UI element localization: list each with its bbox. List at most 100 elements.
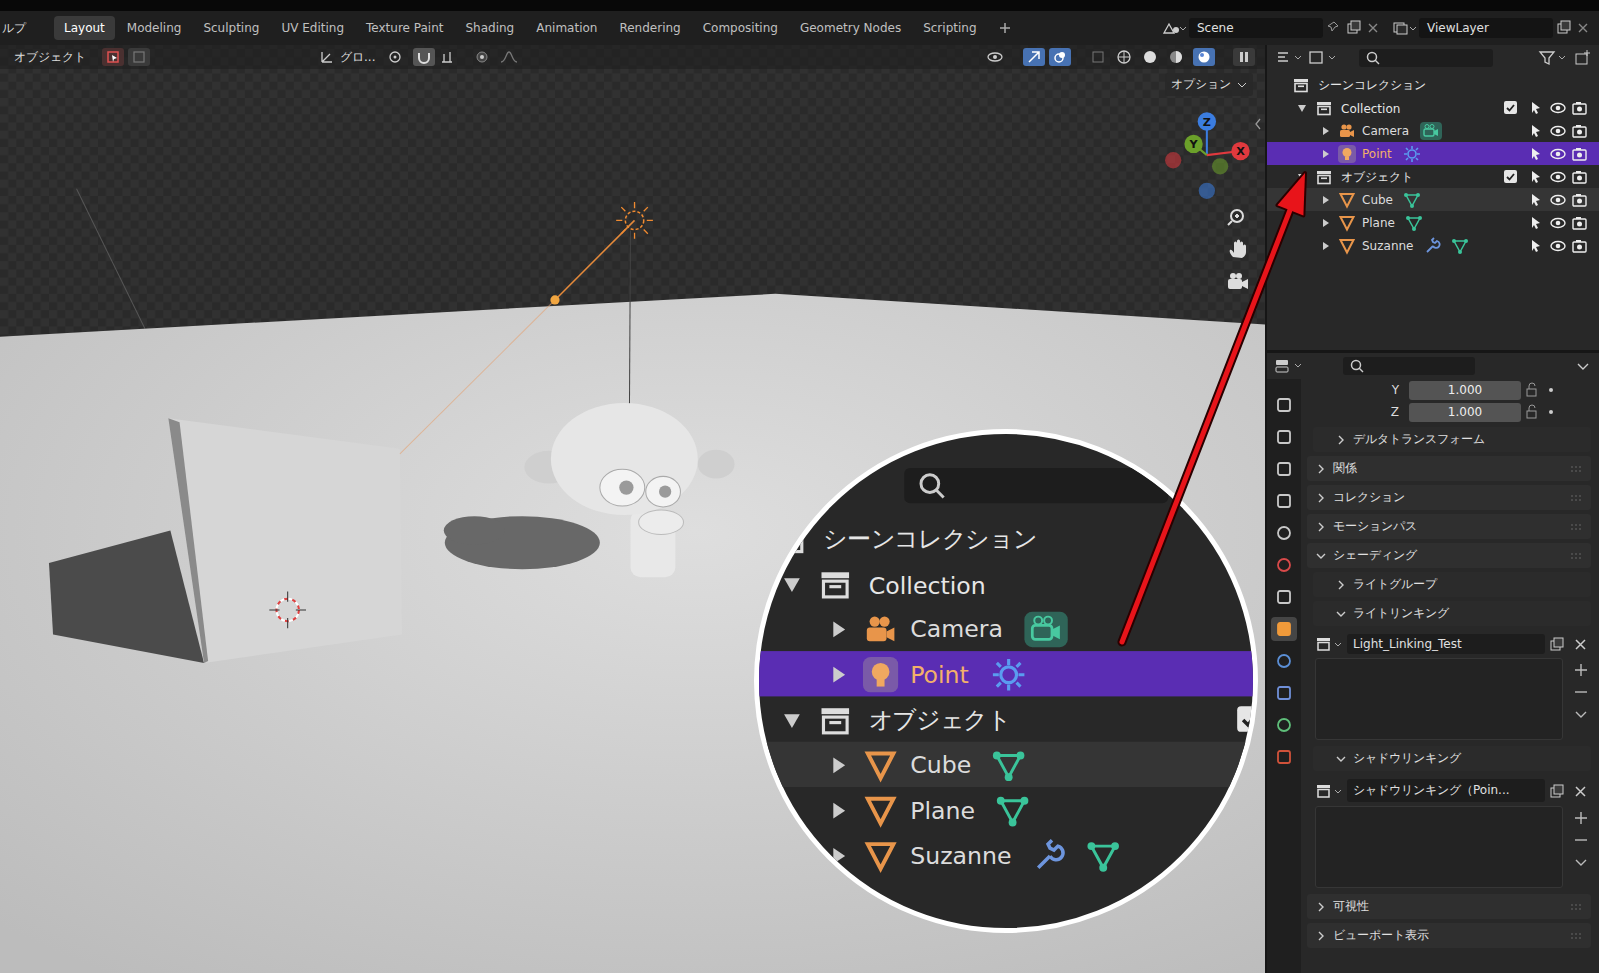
panel-title[interactable]: コレクション bbox=[1333, 489, 1405, 506]
light-data-icon[interactable] bbox=[1402, 144, 1422, 164]
navigation-gizmo[interactable]: ZYX bbox=[1165, 112, 1250, 199]
snap-target-icon[interactable] bbox=[439, 48, 469, 66]
keyframe-dot-icon[interactable] bbox=[1545, 382, 1559, 398]
exclude-checkbox[interactable] bbox=[1504, 101, 1517, 114]
drag-grip-icon[interactable] bbox=[1569, 902, 1585, 912]
outliner-row[interactable]: オブジェクト bbox=[1267, 165, 1599, 188]
camera-view-icon[interactable] bbox=[1225, 269, 1251, 295]
selectable-icon[interactable] bbox=[1525, 100, 1547, 116]
workspace-tab[interactable]: Sculpting bbox=[193, 16, 269, 40]
outliner-row[interactable]: Suzanne bbox=[1267, 234, 1599, 257]
panel-header[interactable]: モーションパス bbox=[1307, 514, 1591, 539]
orientation-dropdown[interactable]: グロ... bbox=[340, 49, 383, 66]
outliner-label[interactable]: Cube bbox=[1362, 193, 1393, 207]
select-mode-icon[interactable] bbox=[128, 48, 150, 66]
unlink-icon[interactable] bbox=[1571, 635, 1591, 653]
expand-arrow-icon[interactable] bbox=[1291, 102, 1314, 114]
object-tab[interactable] bbox=[1271, 617, 1297, 641]
expand-arrow-icon[interactable] bbox=[1291, 171, 1314, 183]
solid-shading-icon[interactable] bbox=[1141, 48, 1163, 66]
editor-type-icon[interactable] bbox=[1273, 356, 1307, 376]
render-camera-icon[interactable] bbox=[1569, 123, 1591, 139]
render-camera-icon[interactable] bbox=[1569, 215, 1591, 231]
collection-field[interactable]: シャドウリンキング（Poin... bbox=[1347, 779, 1545, 802]
collection-list[interactable] bbox=[1315, 658, 1563, 740]
drag-grip-icon[interactable] bbox=[1569, 493, 1585, 503]
output-tab[interactable] bbox=[1271, 457, 1297, 481]
panel-title[interactable]: ライトリンキング bbox=[1353, 605, 1449, 622]
gizmo-axis[interactable]: Y bbox=[1184, 135, 1206, 155]
workspace-tab[interactable]: Texture Paint bbox=[356, 16, 453, 40]
camera-data-icon[interactable] bbox=[1419, 121, 1443, 141]
unlink-icon[interactable] bbox=[1571, 782, 1591, 800]
filter-icon[interactable] bbox=[1537, 48, 1571, 68]
outliner-row[interactable]: Point bbox=[1267, 142, 1599, 165]
outliner-label[interactable]: Suzanne bbox=[1362, 239, 1413, 253]
wireframe-shading-icon[interactable] bbox=[1115, 48, 1137, 66]
duplicate-icon[interactable] bbox=[1345, 19, 1363, 37]
duplicate-icon[interactable] bbox=[1547, 782, 1569, 800]
selectable-icon[interactable] bbox=[1525, 146, 1547, 162]
collection-tab[interactable] bbox=[1271, 585, 1297, 609]
workspace-tab[interactable]: Modeling bbox=[117, 16, 192, 40]
light-handle[interactable] bbox=[550, 295, 559, 304]
panel-header[interactable]: デルタトランスフォーム bbox=[1313, 427, 1591, 452]
workspace-tab[interactable]: Compositing bbox=[693, 16, 788, 40]
eye-icon[interactable] bbox=[1547, 100, 1569, 116]
zoom-icon[interactable] bbox=[1225, 205, 1251, 231]
render-camera-icon[interactable] bbox=[1569, 146, 1591, 162]
scene-selector[interactable]: Scene bbox=[1161, 18, 1381, 38]
constraints-tab[interactable] bbox=[1271, 681, 1297, 705]
close-icon[interactable] bbox=[1365, 19, 1381, 37]
workspace-tab[interactable]: Rendering bbox=[609, 16, 690, 40]
render-camera-icon[interactable] bbox=[1569, 100, 1591, 116]
select-tool-icon[interactable] bbox=[102, 48, 124, 66]
mesh-data-icon[interactable] bbox=[1403, 191, 1421, 209]
snap-icon[interactable] bbox=[413, 48, 435, 66]
properties-search[interactable] bbox=[1343, 357, 1475, 375]
rendered-shading-icon[interactable] bbox=[1193, 48, 1215, 66]
suzanne-model[interactable] bbox=[444, 403, 735, 577]
expand-arrow-icon[interactable] bbox=[1314, 194, 1337, 206]
workspace-tab[interactable]: UV Editing bbox=[271, 16, 354, 40]
outliner-row[interactable]: Camera bbox=[1267, 119, 1599, 142]
workspace-tab[interactable]: Shading bbox=[455, 16, 524, 40]
pin-icon[interactable] bbox=[1325, 19, 1343, 37]
panel-header[interactable]: シェーディング bbox=[1307, 543, 1591, 568]
texture-tab[interactable] bbox=[1271, 745, 1297, 769]
drag-grip-icon[interactable] bbox=[1569, 522, 1585, 532]
add-icon[interactable] bbox=[1571, 660, 1591, 680]
floor-plane[interactable] bbox=[0, 294, 1265, 973]
mesh-data-icon[interactable] bbox=[1451, 237, 1469, 255]
add-workspace-icon[interactable] bbox=[997, 20, 1013, 36]
panel-header[interactable]: 可視性 bbox=[1307, 894, 1591, 919]
panel-header[interactable]: コレクション bbox=[1307, 485, 1591, 510]
workspace-tab[interactable]: Geometry Nodes bbox=[790, 16, 911, 40]
eye-icon[interactable] bbox=[1547, 169, 1569, 185]
outliner-label[interactable]: Point bbox=[1362, 147, 1392, 161]
lock-icon[interactable] bbox=[1523, 404, 1543, 420]
menu-dropdown-icon[interactable] bbox=[1571, 852, 1591, 872]
outliner-label[interactable]: Collection bbox=[1341, 102, 1400, 116]
selectable-icon[interactable] bbox=[1525, 169, 1547, 185]
render-tab[interactable] bbox=[1271, 425, 1297, 449]
workspace-tab[interactable]: Layout bbox=[54, 16, 115, 40]
remove-icon[interactable] bbox=[1571, 682, 1591, 702]
expand-arrow-icon[interactable] bbox=[1314, 240, 1337, 252]
outliner-row[interactable]: シーンコレクション bbox=[1267, 73, 1599, 96]
view-layer-name[interactable]: ViewLayer bbox=[1419, 18, 1553, 38]
render-camera-icon[interactable] bbox=[1569, 169, 1591, 185]
workspace-tab[interactable]: Animation bbox=[526, 16, 607, 40]
outliner-row[interactable]: Cube bbox=[1267, 188, 1599, 211]
remove-icon[interactable] bbox=[1571, 830, 1591, 850]
overlay-toggle-icon[interactable] bbox=[1049, 48, 1071, 66]
drag-grip-icon[interactable] bbox=[1569, 464, 1585, 474]
panel-header[interactable]: ビューポート表示 bbox=[1307, 923, 1591, 948]
expand-arrow-icon[interactable] bbox=[1314, 148, 1337, 160]
data-tab[interactable] bbox=[1271, 713, 1297, 737]
eye-icon[interactable] bbox=[1547, 215, 1569, 231]
close-icon[interactable] bbox=[1575, 19, 1591, 37]
menu-dropdown-icon[interactable] bbox=[1571, 704, 1591, 724]
number-field[interactable]: 1.000 bbox=[1409, 381, 1521, 400]
new-collection-icon[interactable] bbox=[1573, 48, 1595, 68]
